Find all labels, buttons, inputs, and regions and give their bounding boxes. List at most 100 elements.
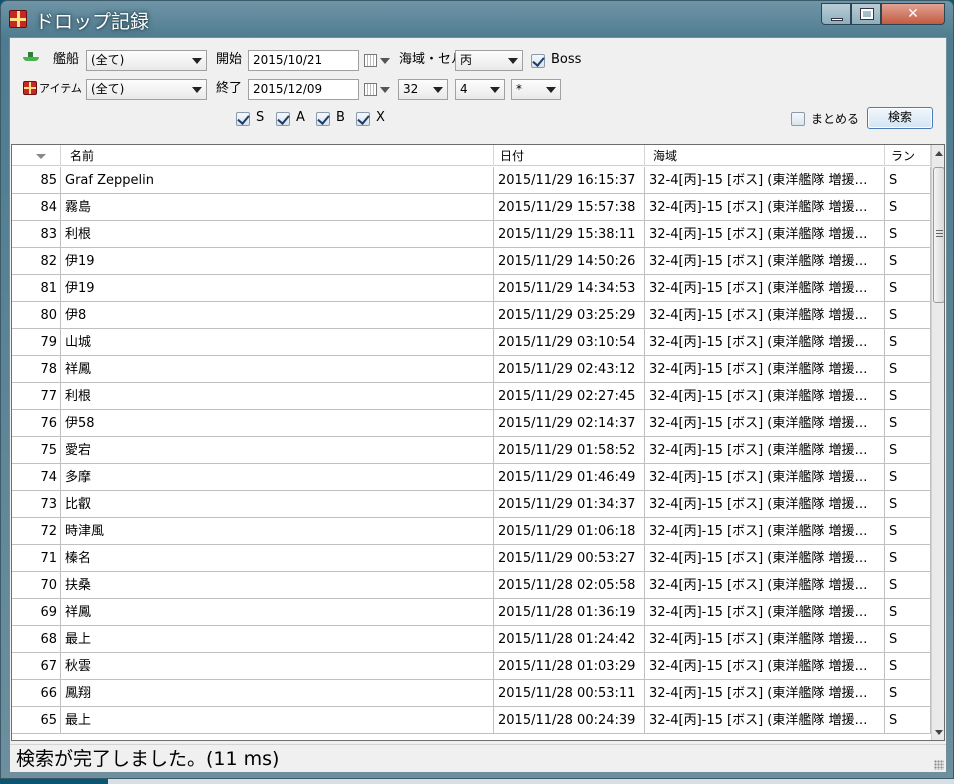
row-number: 66: [12, 680, 61, 706]
status-text: 検索が完了しました。(11 ms): [16, 748, 280, 770]
table-row[interactable]: 67 秋雲 2015/11/28 01:03:29 32-4[丙]-15 [ボス] (…: [12, 653, 931, 680]
item-label: アイテム: [39, 82, 82, 95]
combine-checkbox[interactable]: [791, 112, 805, 126]
column-header-area[interactable]: 海域: [645, 145, 885, 166]
table-row[interactable]: 69 祥鳳 2015/11/28 01:36:19 32-4[丙]-15 [ボス] (…: [12, 599, 931, 626]
table-header: 名前 日付 海域 ラン: [12, 145, 931, 166]
table-row[interactable]: 72 時津風 2015/11/29 01:06:18 32-4[丙]-15 [ボス] …: [12, 518, 931, 545]
chevron-down-icon[interactable]: [380, 87, 390, 93]
vertical-scrollbar[interactable]: [931, 145, 944, 740]
close-button[interactable]: ✕: [881, 3, 945, 25]
minimize-icon: [831, 18, 843, 21]
table-row[interactable]: 77 利根 2015/11/29 02:27:45 32-4[丙]-15 [ボス] (…: [12, 383, 931, 410]
chevron-down-icon: [490, 87, 500, 93]
chevron-down-icon: [508, 58, 518, 64]
calendar-icon[interactable]: [364, 83, 377, 96]
scroll-down-icon[interactable]: [935, 730, 943, 735]
status-bar: 検索が完了しました。(11 ms): [10, 744, 946, 772]
resize-grip-icon[interactable]: [934, 760, 944, 770]
row-area: 32-4[丙]-15 [ボス] (東洋艦隊 増援…: [645, 410, 885, 436]
calendar-icon[interactable]: [364, 54, 377, 67]
table-row[interactable]: 66 鳳翔 2015/11/28 00:53:11 32-4[丙]-15 [ボス] (…: [12, 680, 931, 707]
row-rank: S: [885, 680, 931, 706]
row-date: 2015/11/29 02:43:12: [494, 356, 645, 382]
table-row[interactable]: 82 伊19 2015/11/29 14:50:26 32-4[丙]-15 [ボス] …: [12, 248, 931, 275]
row-date: 2015/11/29 00:53:27: [494, 545, 645, 571]
table-row[interactable]: 65 最上 2015/11/28 00:24:39 32-4[丙]-15 [ボス] (…: [12, 707, 931, 734]
scrollbar-thumb[interactable]: [933, 167, 944, 303]
row-area: 32-4[丙]-15 [ボス] (東洋艦隊 増援…: [645, 194, 885, 220]
map-select[interactable]: 32: [398, 79, 448, 100]
table-row[interactable]: 83 利根 2015/11/29 15:38:11 32-4[丙]-15 [ボス] (…: [12, 221, 931, 248]
rank-b-checkbox[interactable]: [316, 112, 330, 126]
table-row[interactable]: 85 Graf Zeppelin 2015/11/29 16:15:37 32-4[丙…: [12, 167, 931, 194]
table-row[interactable]: 68 最上 2015/11/28 01:24:42 32-4[丙]-15 [ボス] (…: [12, 626, 931, 653]
ship-icon: [23, 51, 39, 61]
column-header-date[interactable]: 日付: [494, 145, 645, 166]
search-button[interactable]: 検索: [867, 107, 933, 129]
title-bar[interactable]: ドロップ記録 ✕: [1, 1, 953, 37]
row-name: 利根: [61, 221, 494, 247]
row-number: 85: [12, 167, 61, 193]
row-date: 2015/11/29 15:57:38: [494, 194, 645, 220]
table-row[interactable]: 70 扶桑 2015/11/28 02:05:58 32-4[丙]-15 [ボス] (…: [12, 572, 931, 599]
table-row[interactable]: 75 愛宕 2015/11/29 01:58:52 32-4[丙]-15 [ボス] (…: [12, 437, 931, 464]
table-row[interactable]: 71 榛名 2015/11/29 00:53:27 32-4[丙]-15 [ボス] (…: [12, 545, 931, 572]
end-date-field[interactable]: 2015/12/09: [248, 79, 359, 100]
column-header-name[interactable]: 名前: [61, 145, 494, 166]
row-name: 多摩: [61, 464, 494, 490]
row-name: 祥鳳: [61, 599, 494, 625]
maximize-icon: [860, 8, 874, 20]
maximize-button[interactable]: [851, 3, 881, 25]
column-header-rank[interactable]: ラン: [885, 145, 931, 166]
chevron-down-icon[interactable]: [380, 58, 390, 64]
row-date: 2015/11/28 00:24:39: [494, 707, 645, 733]
boss-checkbox[interactable]: [531, 54, 545, 68]
item-select[interactable]: (全て): [86, 79, 207, 100]
row-number: 71: [12, 545, 61, 571]
cell-select[interactable]: *: [511, 79, 561, 100]
table-row[interactable]: 80 伊8 2015/11/29 03:25:29 32-4[丙]-15 [ボス] (…: [12, 302, 931, 329]
rank-x-checkbox[interactable]: [356, 112, 370, 126]
close-icon: ✕: [907, 6, 919, 22]
chevron-down-icon: [192, 87, 202, 93]
row-rank: S: [885, 518, 931, 544]
row-date: 2015/11/28 01:24:42: [494, 626, 645, 652]
area-difficulty-select[interactable]: 丙: [455, 50, 523, 71]
row-rank: S: [885, 248, 931, 274]
rank-x-label: X: [376, 110, 385, 125]
row-date: 2015/11/29 16:15:37: [494, 167, 645, 193]
start-date-field[interactable]: 2015/10/21: [248, 50, 359, 71]
scroll-up-icon[interactable]: [935, 151, 943, 156]
row-date: 2015/11/28 01:36:19: [494, 599, 645, 625]
table-row[interactable]: 74 多摩 2015/11/29 01:46:49 32-4[丙]-15 [ボス] (…: [12, 464, 931, 491]
table-row[interactable]: 73 比叡 2015/11/29 01:34:37 32-4[丙]-15 [ボス] (…: [12, 491, 931, 518]
table-row[interactable]: 79 山城 2015/11/29 03:10:54 32-4[丙]-15 [ボス] (…: [12, 329, 931, 356]
area-difficulty-value: 丙: [460, 53, 473, 67]
row-rank: S: [885, 167, 931, 193]
row-date: 2015/11/29 01:58:52: [494, 437, 645, 463]
window-title: ドロップ記録: [35, 11, 150, 33]
row-name: 榛名: [61, 545, 494, 571]
table-row[interactable]: 78 祥鳳 2015/11/29 02:43:12 32-4[丙]-15 [ボス] (…: [12, 356, 931, 383]
table-row[interactable]: 81 伊19 2015/11/29 14:34:53 32-4[丙]-15 [ボス] …: [12, 275, 931, 302]
grip-icon: [936, 230, 943, 237]
row-area: 32-4[丙]-15 [ボス] (東洋艦隊 増援…: [645, 626, 885, 652]
rank-s-checkbox[interactable]: [236, 112, 250, 126]
table-row[interactable]: 84 霧島 2015/11/29 15:57:38 32-4[丙]-15 [ボス] (…: [12, 194, 931, 221]
row-number: 68: [12, 626, 61, 652]
row-rank: S: [885, 275, 931, 301]
row-number: 75: [12, 437, 61, 463]
rank-a-checkbox[interactable]: [276, 112, 290, 126]
table-row[interactable]: 76 伊58 2015/11/29 02:14:37 32-4[丙]-15 [ボス] …: [12, 410, 931, 437]
ship-select[interactable]: (全て): [86, 50, 207, 71]
row-rank: S: [885, 329, 931, 355]
row-rank: S: [885, 707, 931, 733]
column-header-number[interactable]: [12, 145, 61, 166]
minimize-button[interactable]: [821, 3, 851, 25]
end-date-value: 2015/12/09: [253, 82, 323, 96]
area-number-select[interactable]: 4: [455, 79, 505, 100]
end-label: 終了: [216, 81, 243, 96]
chevron-down-icon: [433, 87, 443, 93]
row-number: 65: [12, 707, 61, 733]
